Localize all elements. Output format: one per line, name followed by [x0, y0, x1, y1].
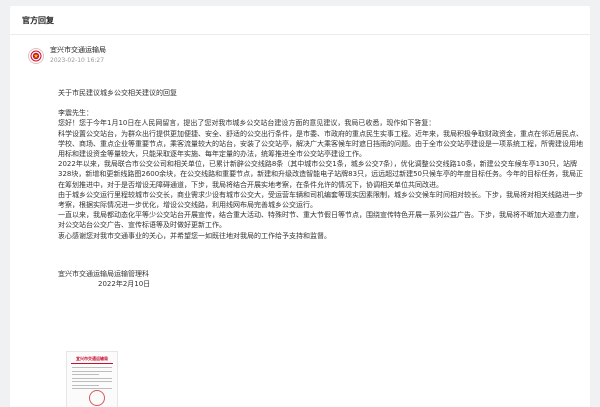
section-title: 官方回复: [22, 15, 54, 25]
official-seal-icon: [89, 390, 105, 406]
page: 官方回复 宜兴市交通运输局 2023-02-10 16:27 关于市民建议城乡公…: [0, 0, 600, 407]
salutation: 李震先生：: [58, 109, 93, 118]
sender-name: 宜兴市交通运输局: [50, 46, 106, 54]
reply-title: 关于市民建议城乡公交相关建议的回复: [58, 89, 177, 97]
attachment-text-line: [72, 374, 99, 375]
attachment-text-line: [72, 377, 112, 379]
reply-time: 2023-02-10 16:27: [50, 57, 105, 64]
card-header: 官方回复: [10, 6, 590, 35]
attachment-text-line: [72, 367, 112, 368]
reply-paragraph: 科学设置公交站台，为群众出行提供更加便捷、安全、舒适的公交出行条件，是市委、市政…: [58, 129, 583, 159]
reply-paragraph: 2022年以来，我局联合市公交公司和相关单位，已累计新辟公交线路8条（其中城市公…: [58, 160, 583, 189]
attachment-thumbnail[interactable]: 宜兴市交通运输局: [66, 351, 118, 407]
signature: 宜兴市交通运输局运输管理科: [58, 269, 149, 278]
attachment-text-line: [72, 388, 112, 389]
reply-meta: 宜兴市交通运输局 2023-02-10 16:27: [28, 46, 106, 65]
attachment-text-line: [72, 384, 99, 386]
attachment-text-line: [72, 381, 112, 382]
attachment-header: 宜兴市交通运输局: [76, 356, 108, 361]
reply-paragraph: 您好！您于今年1月10日在人民网留言，提出了您对我市城乡公交站台建设方面的意见建…: [58, 119, 436, 128]
attachment-text-line: [72, 370, 112, 372]
official-reply-card: 官方回复 宜兴市交通运输局 2023-02-10 16:27 关于市民建议城乡公…: [10, 6, 590, 407]
signature-date: 2022年2月10日: [98, 280, 151, 289]
reply-paragraph: 衷心感谢您对我市交通事业的关心，并希望您一如既往地对我局的工作给予支持和监督。: [58, 231, 331, 240]
government-emblem-icon: [28, 47, 44, 64]
reply-paragraph: 由于城乡公交运行里程较城市公交长，商业需求少设有城市公交大，受运营车辆和司机编套…: [58, 190, 583, 210]
reply-body: 关于市民建议城乡公交相关建议的回复 李震先生： 您好！您于今年1月10日在人民网…: [58, 88, 588, 289]
meta-text: 宜兴市交通运输局 2023-02-10 16:27: [50, 46, 106, 65]
attachment-rule: [71, 363, 113, 364]
reply-paragraph: 一直以来，我局都动态化平等少公交站台开展宣传，结合重大活动、特殊时节、重大节假日…: [58, 211, 583, 230]
